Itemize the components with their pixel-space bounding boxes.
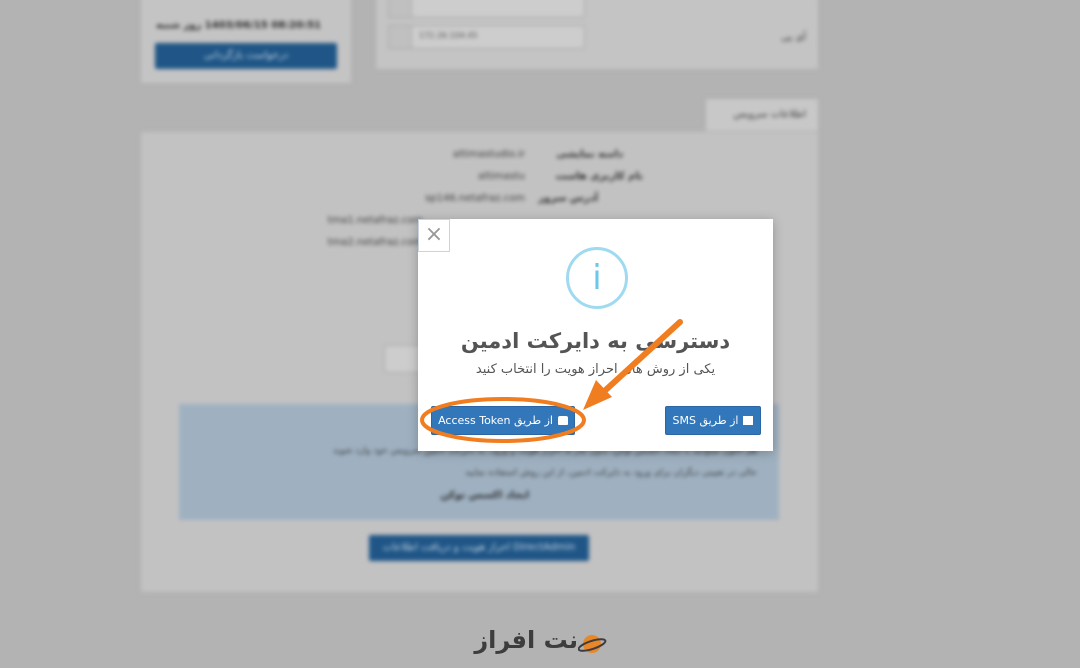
netafraz-logo: نت افراز (472, 626, 608, 662)
planet-logo-icon (578, 635, 607, 653)
logo-text: نت افراز (474, 626, 578, 654)
annotation-arrow-icon (420, 319, 683, 443)
